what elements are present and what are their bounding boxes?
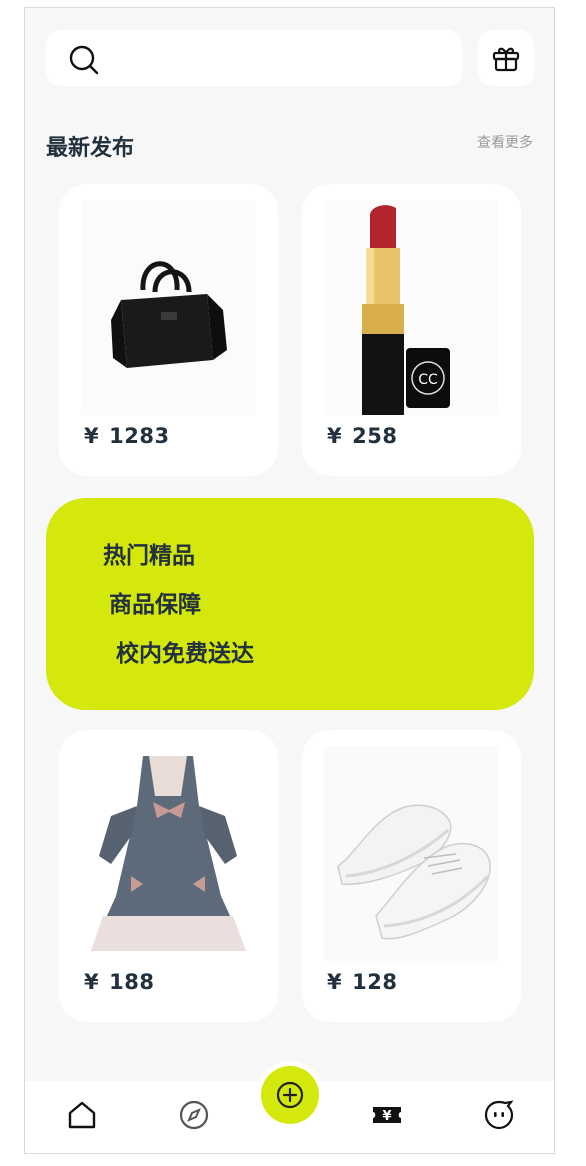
product-image-sneakers	[324, 746, 499, 961]
compass-icon	[179, 1100, 209, 1130]
product-price: ¥188	[84, 970, 154, 994]
ticket-icon: ¥	[373, 1107, 401, 1124]
tab-orders[interactable]: ¥	[369, 1097, 405, 1133]
product-card-dress[interactable]: ¥188	[59, 730, 278, 1022]
product-card-handbag[interactable]: ¥1283	[59, 184, 278, 476]
app-screen: 最新发布 查看更多 ¥1283 CC ¥258 热门精品 商品保障 校内免费送达…	[24, 7, 555, 1154]
banner-line-guarantee: 商品保障	[109, 592, 201, 618]
banner-line-delivery: 校内免费送达	[116, 641, 254, 667]
add-icon	[276, 1081, 304, 1109]
search-input[interactable]	[46, 30, 462, 86]
search-icon	[69, 45, 99, 75]
gift-button[interactable]	[478, 30, 534, 86]
publish-button[interactable]	[261, 1066, 319, 1124]
chat-face-icon	[484, 1100, 514, 1130]
currency-symbol: ¥	[327, 970, 343, 994]
banner-line-hot: 热门精品	[103, 543, 195, 569]
price-value: 258	[352, 424, 398, 448]
product-image-dress	[81, 746, 256, 961]
tab-home[interactable]	[64, 1097, 100, 1133]
price-value: 128	[352, 970, 398, 994]
tab-messages[interactable]	[481, 1097, 517, 1133]
svg-text:¥: ¥	[382, 1109, 391, 1124]
product-price: ¥258	[327, 424, 397, 448]
currency-symbol: ¥	[84, 424, 100, 448]
tab-discover[interactable]	[176, 1097, 212, 1133]
price-value: 188	[109, 970, 155, 994]
product-card-sneakers[interactable]: ¥128	[302, 730, 521, 1022]
currency-symbol: ¥	[327, 424, 343, 448]
price-value: 1283	[109, 424, 170, 448]
product-price: ¥1283	[84, 424, 170, 448]
product-price: ¥128	[327, 970, 397, 994]
section-title: 最新发布	[46, 136, 135, 161]
product-image-lipstick: CC	[324, 200, 499, 415]
gift-icon	[492, 47, 520, 72]
product-image-handbag	[81, 200, 256, 415]
product-card-lipstick[interactable]: CC ¥258	[302, 184, 521, 476]
promo-banner[interactable]: 热门精品 商品保障 校内免费送达	[46, 498, 534, 710]
currency-symbol: ¥	[84, 970, 100, 994]
view-more-link[interactable]: 查看更多	[477, 132, 533, 152]
home-icon	[68, 1101, 96, 1129]
svg-text:CC: CC	[418, 372, 438, 388]
